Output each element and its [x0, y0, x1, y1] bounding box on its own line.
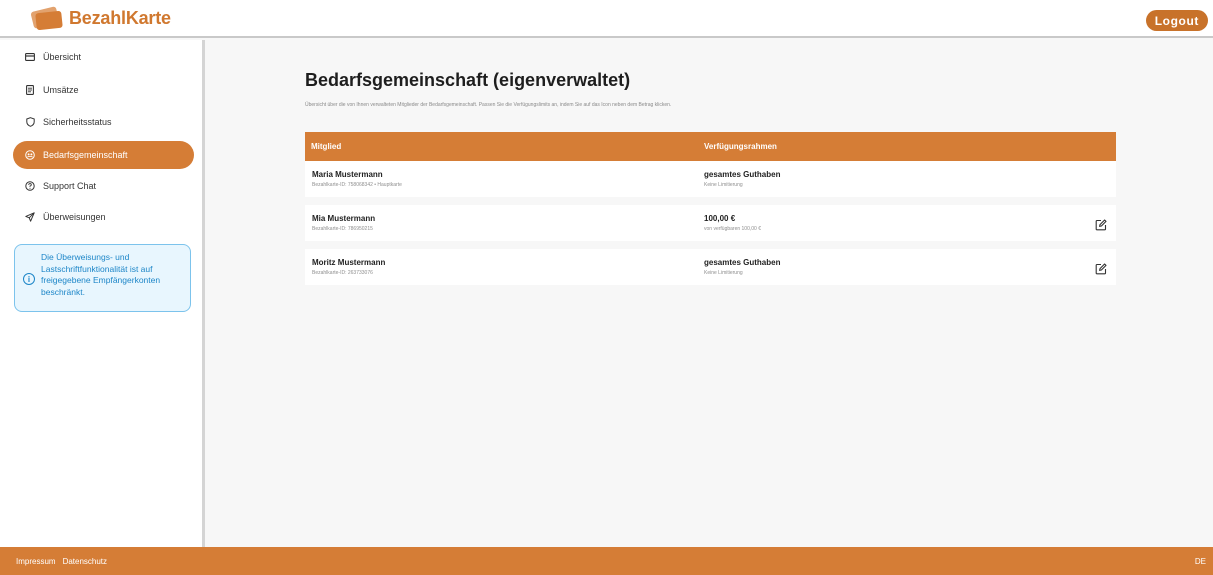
sidebar-item-label: Überweisungen	[43, 212, 106, 222]
brand-logo[interactable]: BezahlKarte	[30, 6, 171, 31]
sidebar-item-support-chat[interactable]: Support Chat	[13, 172, 194, 200]
impressum-link[interactable]: Impressum	[16, 557, 56, 566]
limit-subtext: Keine Limitierung	[704, 182, 743, 188]
member-name: Moritz Mustermann	[312, 258, 386, 267]
datenschutz-link[interactable]: Datenschutz	[63, 557, 107, 566]
member-name: Maria Mustermann	[312, 170, 383, 179]
card-info: Bezahlkarte-ID: 786950215	[312, 226, 373, 232]
card-icon	[25, 52, 35, 62]
edit-limit-icon[interactable]	[1095, 262, 1107, 275]
sidebar-item-label: Sicherheitsstatus	[43, 117, 112, 127]
column-header-mitglied: Mitglied	[311, 142, 342, 151]
member-cell: Maria Mustermann Bezahlkarte-ID: 7580683…	[305, 170, 704, 188]
members-table: Mitglied Verfügungsrahmen Maria Musterma…	[305, 132, 1116, 285]
member-name: Mia Mustermann	[312, 214, 376, 223]
language-selector[interactable]: DE	[1195, 557, 1206, 566]
app-footer: Impressum Datenschutz DE	[0, 547, 1213, 575]
table-header: Mitglied Verfügungsrahmen	[305, 132, 1116, 161]
table-row: Maria Mustermann Bezahlkarte-ID: 7580683…	[305, 161, 1116, 197]
table-row: Moritz Mustermann Bezahlkarte-ID: 263733…	[305, 249, 1116, 285]
limit-subtext: Keine Limitierung	[704, 270, 743, 276]
sidebar-item-ueberweisungen[interactable]: Überweisungen	[13, 203, 194, 231]
card-info: Bezahlkarte-ID: 758068342 • Hauptkarte	[312, 182, 402, 188]
limit-subtext: von verfügbaren 100,00 €	[704, 226, 761, 232]
card-info: Bezahlkarte-ID: 263733076	[312, 270, 373, 276]
sidebar-item-label: Bedarfsgemeinschaft	[43, 150, 128, 160]
sidebar-item-label: Übersicht	[43, 52, 82, 62]
member-cell: Mia Mustermann Bezahlkarte-ID: 786950215	[305, 214, 704, 232]
send-icon	[25, 212, 35, 222]
help-icon	[25, 181, 35, 191]
brand-name: BezahlKarte	[69, 7, 171, 28]
card-logo-icon	[30, 6, 63, 31]
member-cell: Moritz Mustermann Bezahlkarte-ID: 263733…	[305, 258, 704, 276]
sidebar-item-uebersicht[interactable]: Übersicht	[13, 43, 194, 71]
limit-cell: gesamtes Guthaben Keine Limitierung	[704, 258, 780, 276]
sidebar-item-umsaetze[interactable]: Umsätze	[13, 76, 194, 104]
column-header-verfuegungsrahmen: Verfügungsrahmen	[704, 142, 777, 151]
page-title: Bedarfsgemeinschaft (eigenverwaltet)	[305, 70, 631, 90]
limit-value: 100,00 €	[704, 214, 736, 223]
edit-limit-icon[interactable]	[1095, 218, 1107, 231]
sidebar-item-sicherheitsstatus[interactable]: Sicherheitsstatus	[13, 108, 194, 136]
info-icon: i	[23, 273, 35, 285]
sidebar-item-bedarfsgemeinschaft[interactable]: Bedarfsgemeinschaft	[13, 141, 194, 169]
page-description: Übersicht über die von Ihnen verwalteten…	[305, 102, 672, 108]
group-icon	[25, 150, 35, 160]
sidebar-item-label: Umsätze	[43, 85, 79, 95]
receipt-icon	[25, 85, 35, 95]
sidebar: Übersicht Umsätze Sicherheitsstatus Beda…	[0, 40, 205, 547]
sidebar-item-label: Support Chat	[43, 181, 97, 191]
logout-button[interactable]: Logout	[1145, 10, 1208, 31]
shield-icon	[25, 117, 35, 127]
limit-cell: 100,00 € von verfügbaren 100,00 €	[704, 214, 761, 232]
app-header: BezahlKarte Logout	[0, 0, 1213, 38]
transfer-info-box: i Die Überweisungs- und Lastschriftfunkt…	[14, 244, 191, 312]
limit-cell: gesamtes Guthaben Keine Limitierung	[704, 170, 780, 188]
limit-value: gesamtes Guthaben	[704, 258, 781, 267]
table-row: Mia Mustermann Bezahlkarte-ID: 786950215…	[305, 205, 1116, 241]
info-text: Die Überweisungs- und Lastschriftfunktio…	[41, 252, 161, 297]
limit-value: gesamtes Guthaben	[704, 170, 781, 179]
